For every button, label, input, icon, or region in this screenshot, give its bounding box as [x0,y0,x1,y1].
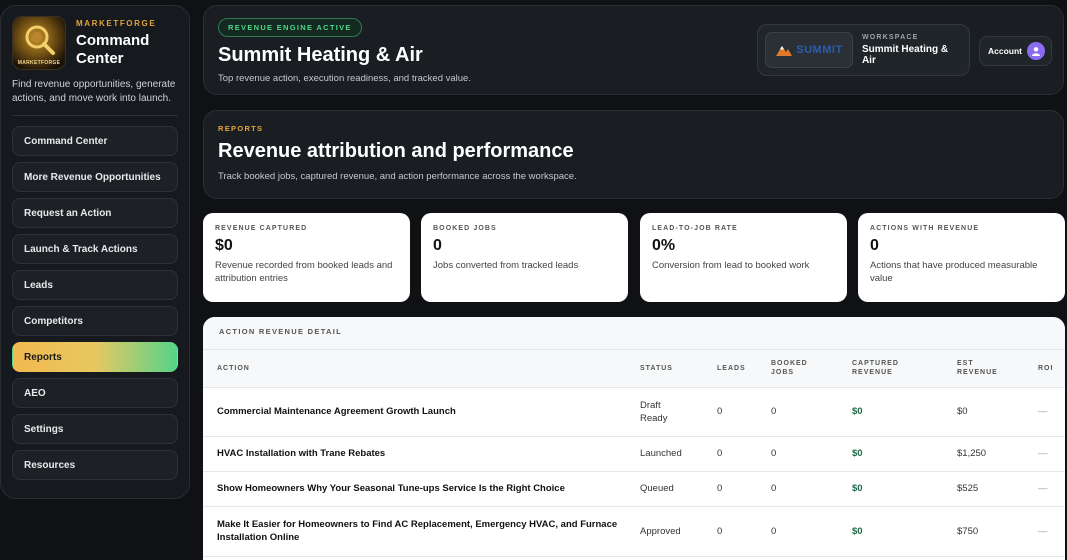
table-header-row: ACTION STATUS LEADS BOOKED JOBS CAPTURED R… [203,350,1065,388]
stat-description: Revenue recorded from booked leads and a… [215,260,393,284]
stat-label: BOOKED JOBS [433,225,497,232]
marketforge-logo[interactable]: MARKETFORGE [12,16,66,70]
sidebar-item-settings[interactable]: Settings [12,414,178,444]
cell-status: Approved [636,506,713,557]
sidebar-item-resources[interactable]: Resources [12,450,178,480]
cell-booked: 0 [767,387,848,437]
stat-card-actions-with-revenue: ACTIONS WITH REVENUE 0 Actions that have… [858,213,1065,302]
sidebar-item-command-center[interactable]: Command Center [12,126,178,156]
table-row[interactable]: Show Homeowners Why Your Seasonal Tune-u… [203,471,1065,507]
table-row[interactable]: HVAC Installation with Trane Rebates Lau… [203,436,1065,472]
cell-roi: — [1034,471,1065,507]
sidebar-nav: Command Center More Revenue Opportunitie… [12,126,178,480]
cell-leads: 0 [713,436,767,472]
sidebar-item-aeo[interactable]: AEO [12,378,178,408]
cell-est: $0 [953,387,1034,437]
cell-status: Queued [636,471,713,507]
cell-captured: $0 [848,506,953,557]
cell-est: $1,250 [953,436,1034,472]
workspace-switcher[interactable]: SUMMIT WORKSPACE Summit Heating & Air [757,24,970,76]
sidebar-item-request-an-action[interactable]: Request an Action [12,198,178,228]
section-title: Revenue attribution and performance [218,140,574,162]
stat-card-lead-to-job-rate: LEAD-TO-JOB RATE 0% Conversion from lead… [640,213,847,302]
brand-title: Command Center [76,32,150,67]
cell-est: $750 [953,506,1034,557]
stat-description: Actions that have produced measurable va… [870,260,1038,284]
column-header-leads[interactable]: LEADS [713,350,767,388]
cell-captured: $0 [848,471,953,507]
sidebar-item-more-revenue-opportunities[interactable]: More Revenue Opportunities [12,162,178,192]
column-header-status[interactable]: STATUS [636,350,713,388]
column-header-action[interactable]: ACTION [203,350,636,388]
section-subtitle: Track booked jobs, captured revenue, and… [218,171,577,182]
cell-action[interactable]: Commercial Maintenance Agreement Growth … [203,387,636,437]
stat-card-booked-jobs: BOOKED JOBS 0 Jobs converted from tracke… [421,213,628,302]
workspace-header: REVENUE ENGINE ACTIVE Summit Heating & A… [203,5,1064,95]
cell-leads: 0 [713,471,767,507]
action-revenue-table-card: ACTION REVENUE DETAIL ACTION STATUS LEAD… [203,317,1065,560]
cell-booked: 0 [767,471,848,507]
table-row[interactable]: Make It Easier for Homeowners to Find AC… [203,506,1065,557]
stat-description: Jobs converted from tracked leads [433,260,579,271]
brand-block: MARKETFORGE MARKETFORGE Command Center [12,16,178,70]
status-badge: REVENUE ENGINE ACTIVE [218,18,362,37]
cell-roi: — [1034,436,1065,472]
stat-value: 0 [433,237,442,254]
stat-value: 0% [652,237,676,254]
magnifier-gear-icon [25,25,55,55]
account-label: Account [988,46,1022,56]
cell-leads: 0 [713,506,767,557]
cell-action[interactable]: HVAC Installation with Trane Rebates [203,436,636,472]
stat-label: LEAD-TO-JOB RATE [652,225,738,232]
sidebar-item-competitors[interactable]: Competitors [12,306,178,336]
avatar [1027,42,1045,60]
sidebar: MARKETFORGE MARKETFORGE Command Center F… [0,5,190,499]
cell-roi: — [1034,387,1065,437]
stat-value: $0 [215,237,233,254]
cell-roi: — [1034,506,1065,557]
cell-status: Draft Ready [636,387,713,437]
account-button[interactable]: Account [979,36,1052,66]
stat-label: REVENUE CAPTURED [215,225,308,232]
cell-booked: 0 [767,436,848,472]
column-header-booked-jobs[interactable]: BOOKED JOBS [767,350,848,388]
cell-leads: 0 [713,387,767,437]
section-kicker: REPORTS [218,124,264,133]
cell-booked: 0 [767,506,848,557]
brand-description: Find revenue opportunities, generate act… [12,79,176,104]
stat-description: Conversion from lead to booked work [652,260,810,271]
sidebar-item-leads[interactable]: Leads [12,270,178,300]
brand-kicker: MARKETFORGE [76,19,157,28]
stat-label: ACTIONS WITH REVENUE [870,225,980,232]
column-header-est-revenue[interactable]: EST REVENUE [953,350,1034,388]
workspace-logo: SUMMIT [765,32,853,68]
sidebar-item-launch-track-actions[interactable]: Launch & Track Actions [12,234,178,264]
table-title: ACTION REVENUE DETAIL [203,317,1065,350]
table-row[interactable]: Commercial Maintenance Agreement Growth … [203,387,1065,437]
cell-est: $525 [953,471,1034,507]
cell-captured: $0 [848,387,953,437]
divider [12,115,178,116]
sidebar-item-reports[interactable]: Reports [12,342,178,372]
user-icon [1032,47,1040,56]
workspace-label: WORKSPACE [861,34,919,41]
mountain-icon [776,46,793,56]
reports-hero: REPORTS Revenue attribution and performa… [203,110,1064,199]
stat-value: 0 [870,237,879,254]
cell-captured: $0 [848,436,953,472]
workspace-name: Summit Heating & Air [861,44,949,66]
cell-action[interactable]: Show Homeowners Why Your Seasonal Tune-u… [203,471,636,507]
stat-card-revenue-captured: REVENUE CAPTURED $0 Revenue recorded fro… [203,213,410,302]
column-header-captured-revenue[interactable]: CAPTURED REVENUE [848,350,953,388]
action-revenue-table: ACTION STATUS LEADS BOOKED JOBS CAPTURED R… [203,350,1065,557]
cell-status: Launched [636,436,713,472]
cell-action[interactable]: Make It Easier for Homeowners to Find AC… [203,506,636,557]
column-header-roi[interactable]: ROI [1034,350,1065,388]
